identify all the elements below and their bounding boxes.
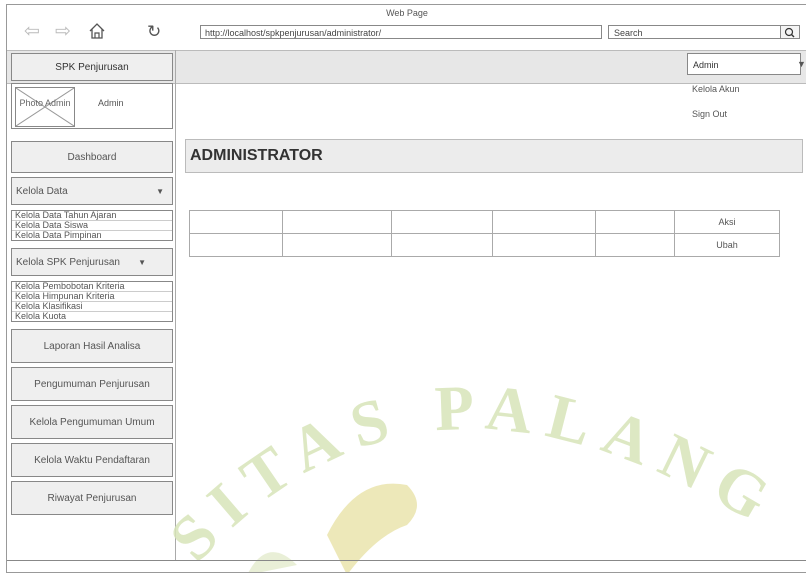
table-header-cell (282, 210, 392, 234)
pengumuman-penjurusan-button[interactable]: Pengumuman Penjurusan (11, 367, 173, 401)
account-dropdown[interactable]: Admin (687, 53, 801, 75)
admin-profile: Photo Admin Admin (11, 83, 173, 129)
table-cell (391, 233, 493, 257)
chevron-down-icon[interactable]: ▼ (797, 59, 806, 69)
laporan-hasil-analisa-button[interactable]: Laporan Hasil Analisa (11, 329, 173, 363)
menu-item-sign-out[interactable]: Sign Out (687, 103, 801, 125)
chevron-down-icon: ▼ (138, 258, 146, 267)
kelola-data-submenu: Kelola Data Tahun Ajaran Kelola Data Sis… (11, 210, 173, 241)
kelola-spk-dropdown[interactable]: Kelola SPK Penjurusan ▼ (11, 248, 173, 276)
dashboard-button[interactable]: Dashboard (11, 141, 173, 173)
table-cell (282, 233, 392, 257)
kelola-pengumuman-umum-button[interactable]: Kelola Pengumuman Umum (11, 405, 173, 439)
svg-text:SITAS PALANGK: SITAS PALANGK (157, 335, 793, 573)
window-title: Web Page (386, 8, 428, 18)
action-column-header: Aksi (674, 210, 780, 234)
refresh-icon[interactable]: ↻ (147, 21, 161, 43)
table-cell (595, 233, 675, 257)
search-input[interactable]: Search (608, 25, 791, 39)
table-header-cell (595, 210, 675, 234)
back-arrow-icon[interactable]: ⇦ (24, 21, 40, 43)
table-header-cell (189, 210, 283, 234)
university-watermark: SITAS PALANGK (157, 335, 793, 573)
admin-photo-placeholder: Photo Admin (15, 87, 75, 127)
forward-arrow-icon[interactable]: ⇨ (55, 21, 71, 43)
table-header-cell (492, 210, 596, 234)
app-brand[interactable]: SPK Penjurusan (11, 53, 173, 81)
edit-button[interactable]: Ubah (674, 233, 780, 257)
table-cell (189, 233, 283, 257)
menu-item-kelola-akun[interactable]: Kelola Akun (687, 78, 801, 100)
watermark-text: SITAS PALANGK (157, 335, 779, 572)
kelola-data-label: Kelola Data (16, 186, 68, 197)
search-button[interactable] (780, 25, 800, 39)
data-table: Aksi Ubah (189, 210, 780, 257)
footer-divider (7, 560, 806, 561)
page-title: ADMINISTRATOR (185, 139, 803, 173)
home-icon[interactable] (88, 21, 106, 43)
kelola-data-dropdown[interactable]: Kelola Data ▼ (11, 177, 173, 205)
kelola-waktu-pendaftaran-button[interactable]: Kelola Waktu Pendaftaran (11, 443, 173, 477)
chevron-down-icon: ▼ (156, 187, 164, 196)
admin-photo-label: Photo Admin (19, 98, 71, 108)
table-row: Ubah (189, 233, 780, 257)
search-icon (784, 27, 795, 38)
url-bar[interactable]: http://localhost/spkpenjurusan/administr… (200, 25, 602, 39)
browser-window: Web Page ⇦ ⇨ ↻ http://localhost/spkpenju… (6, 4, 806, 573)
submenu-item-data-pimpinan[interactable]: Kelola Data Pimpinan (12, 231, 172, 240)
submenu-item-kuota[interactable]: Kelola Kuota (12, 312, 172, 321)
table-cell (492, 233, 596, 257)
table-header-cell (391, 210, 493, 234)
riwayat-penjurusan-button[interactable]: Riwayat Penjurusan (11, 481, 173, 515)
kelola-spk-label: Kelola SPK Penjurusan (16, 257, 120, 268)
table-header-row: Aksi (189, 210, 780, 234)
sidebar-divider (175, 50, 176, 560)
kelola-spk-submenu: Kelola Pembobotan Kriteria Kelola Himpun… (11, 281, 173, 322)
admin-name: Admin (98, 98, 124, 108)
